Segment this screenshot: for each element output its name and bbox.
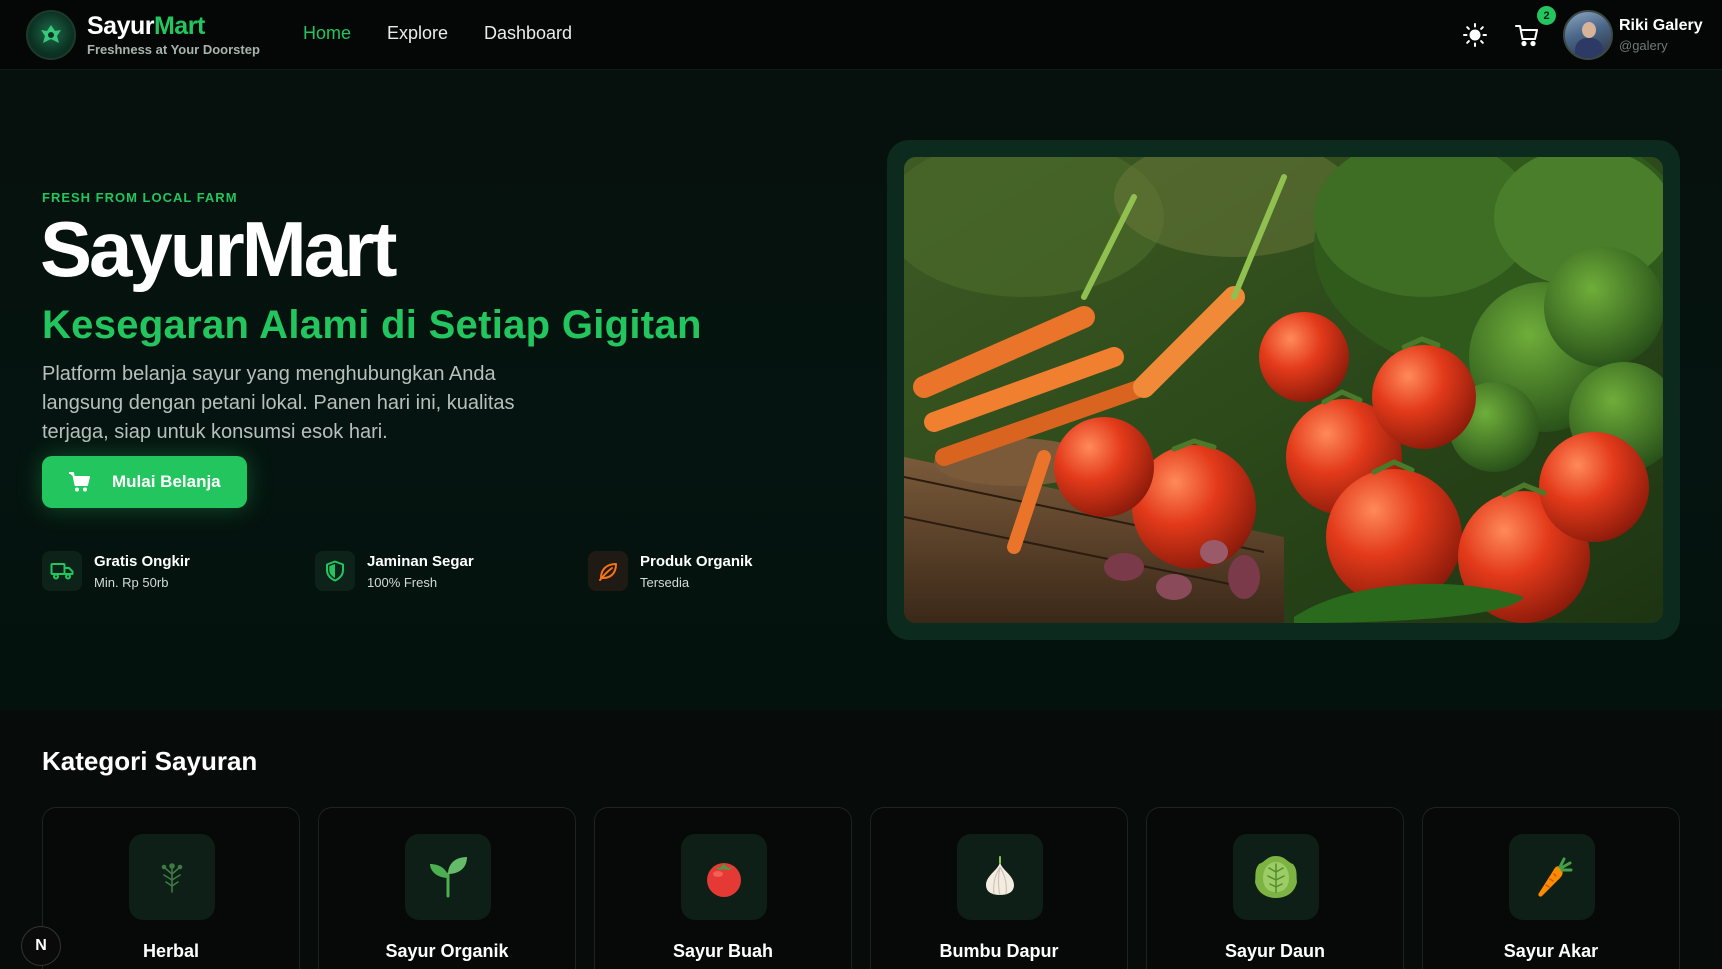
cart-count-badge: 2 bbox=[1537, 6, 1556, 25]
category-label: Bumbu Dapur bbox=[939, 941, 1059, 961]
feature-subtitle: Tersedia bbox=[640, 575, 690, 590]
user-handle: @galery bbox=[1619, 38, 1668, 53]
category-label: Sayur Organik bbox=[385, 941, 509, 961]
lettuce-icon bbox=[1233, 834, 1319, 920]
user-name[interactable]: Riki Galery bbox=[1619, 17, 1703, 35]
feature-subtitle: Min. Rp 50rb bbox=[94, 575, 169, 590]
category-card-herbal[interactable]: Herbal bbox=[42, 807, 300, 969]
tomato-icon bbox=[681, 834, 767, 920]
category-card-root[interactable]: Sayur Akar bbox=[1422, 807, 1680, 969]
leaf-icon bbox=[588, 551, 628, 591]
carrot-icon bbox=[1509, 834, 1595, 920]
shield-icon bbox=[315, 551, 355, 591]
category-label: Sayur Akar bbox=[1503, 941, 1599, 961]
nav-explore-link[interactable]: Explore bbox=[387, 23, 448, 44]
hero-description: Platform belanja sayur yang menghubungka… bbox=[42, 363, 515, 443]
start-shopping-button[interactable]: Mulai Belanja bbox=[42, 456, 247, 508]
herb-icon bbox=[129, 834, 215, 920]
category-card-leafy[interactable]: Sayur Daun bbox=[1146, 807, 1404, 969]
hero-eyebrow: FRESH FROM LOCAL FARM bbox=[42, 190, 238, 205]
theme-toggle-sun-icon[interactable] bbox=[1462, 22, 1488, 48]
user-avatar[interactable] bbox=[1563, 10, 1613, 60]
brand-name-part1: Sayur bbox=[87, 12, 154, 40]
category-label: Sayur Daun bbox=[1224, 941, 1326, 961]
hero-subtitle: Kesegaran Alami di Setiap Gigitan bbox=[42, 303, 702, 347]
categories-title: Kategori Sayuran bbox=[42, 746, 258, 776]
logo-icon[interactable] bbox=[26, 10, 76, 60]
category-label: Herbal bbox=[142, 941, 200, 961]
truck-icon bbox=[42, 551, 82, 591]
cart-icon bbox=[69, 472, 90, 492]
hero-vegetables-image bbox=[904, 157, 1663, 623]
garlic-icon bbox=[957, 834, 1043, 920]
nav-home-link[interactable]: Home bbox=[303, 23, 351, 44]
feature-subtitle: 100% Fresh bbox=[367, 575, 438, 590]
seedling-icon bbox=[405, 834, 491, 920]
feature-title: Gratis Ongkir bbox=[94, 553, 190, 570]
hero-image-frame bbox=[887, 140, 1680, 640]
top-navbar: SayurMart Freshness at Your Doorstep Hom… bbox=[0, 0, 1722, 70]
hero-title: SayurMart bbox=[40, 205, 397, 293]
brand-name-part2: Mart bbox=[153, 12, 205, 40]
start-shopping-label: Mulai Belanja bbox=[112, 472, 221, 491]
framework-badge[interactable]: N bbox=[21, 926, 61, 966]
nav-dashboard-link[interactable]: Dashboard bbox=[484, 23, 572, 44]
brand-tagline: Freshness at Your Doorstep bbox=[87, 42, 260, 57]
cart-icon[interactable] bbox=[1513, 21, 1541, 49]
category-card-fruit-veg[interactable]: Sayur Buah bbox=[594, 807, 852, 969]
category-card-organic[interactable]: Sayur Organik bbox=[318, 807, 576, 969]
brand-name: SayurMart bbox=[87, 12, 260, 40]
category-card-spices[interactable]: Bumbu Dapur bbox=[870, 807, 1128, 969]
category-label: Sayur Buah bbox=[672, 941, 774, 961]
brand[interactable]: SayurMart Freshness at Your Doorstep bbox=[87, 12, 260, 57]
feature-title: Produk Organik bbox=[640, 553, 753, 570]
feature-title: Jaminan Segar bbox=[367, 553, 474, 570]
